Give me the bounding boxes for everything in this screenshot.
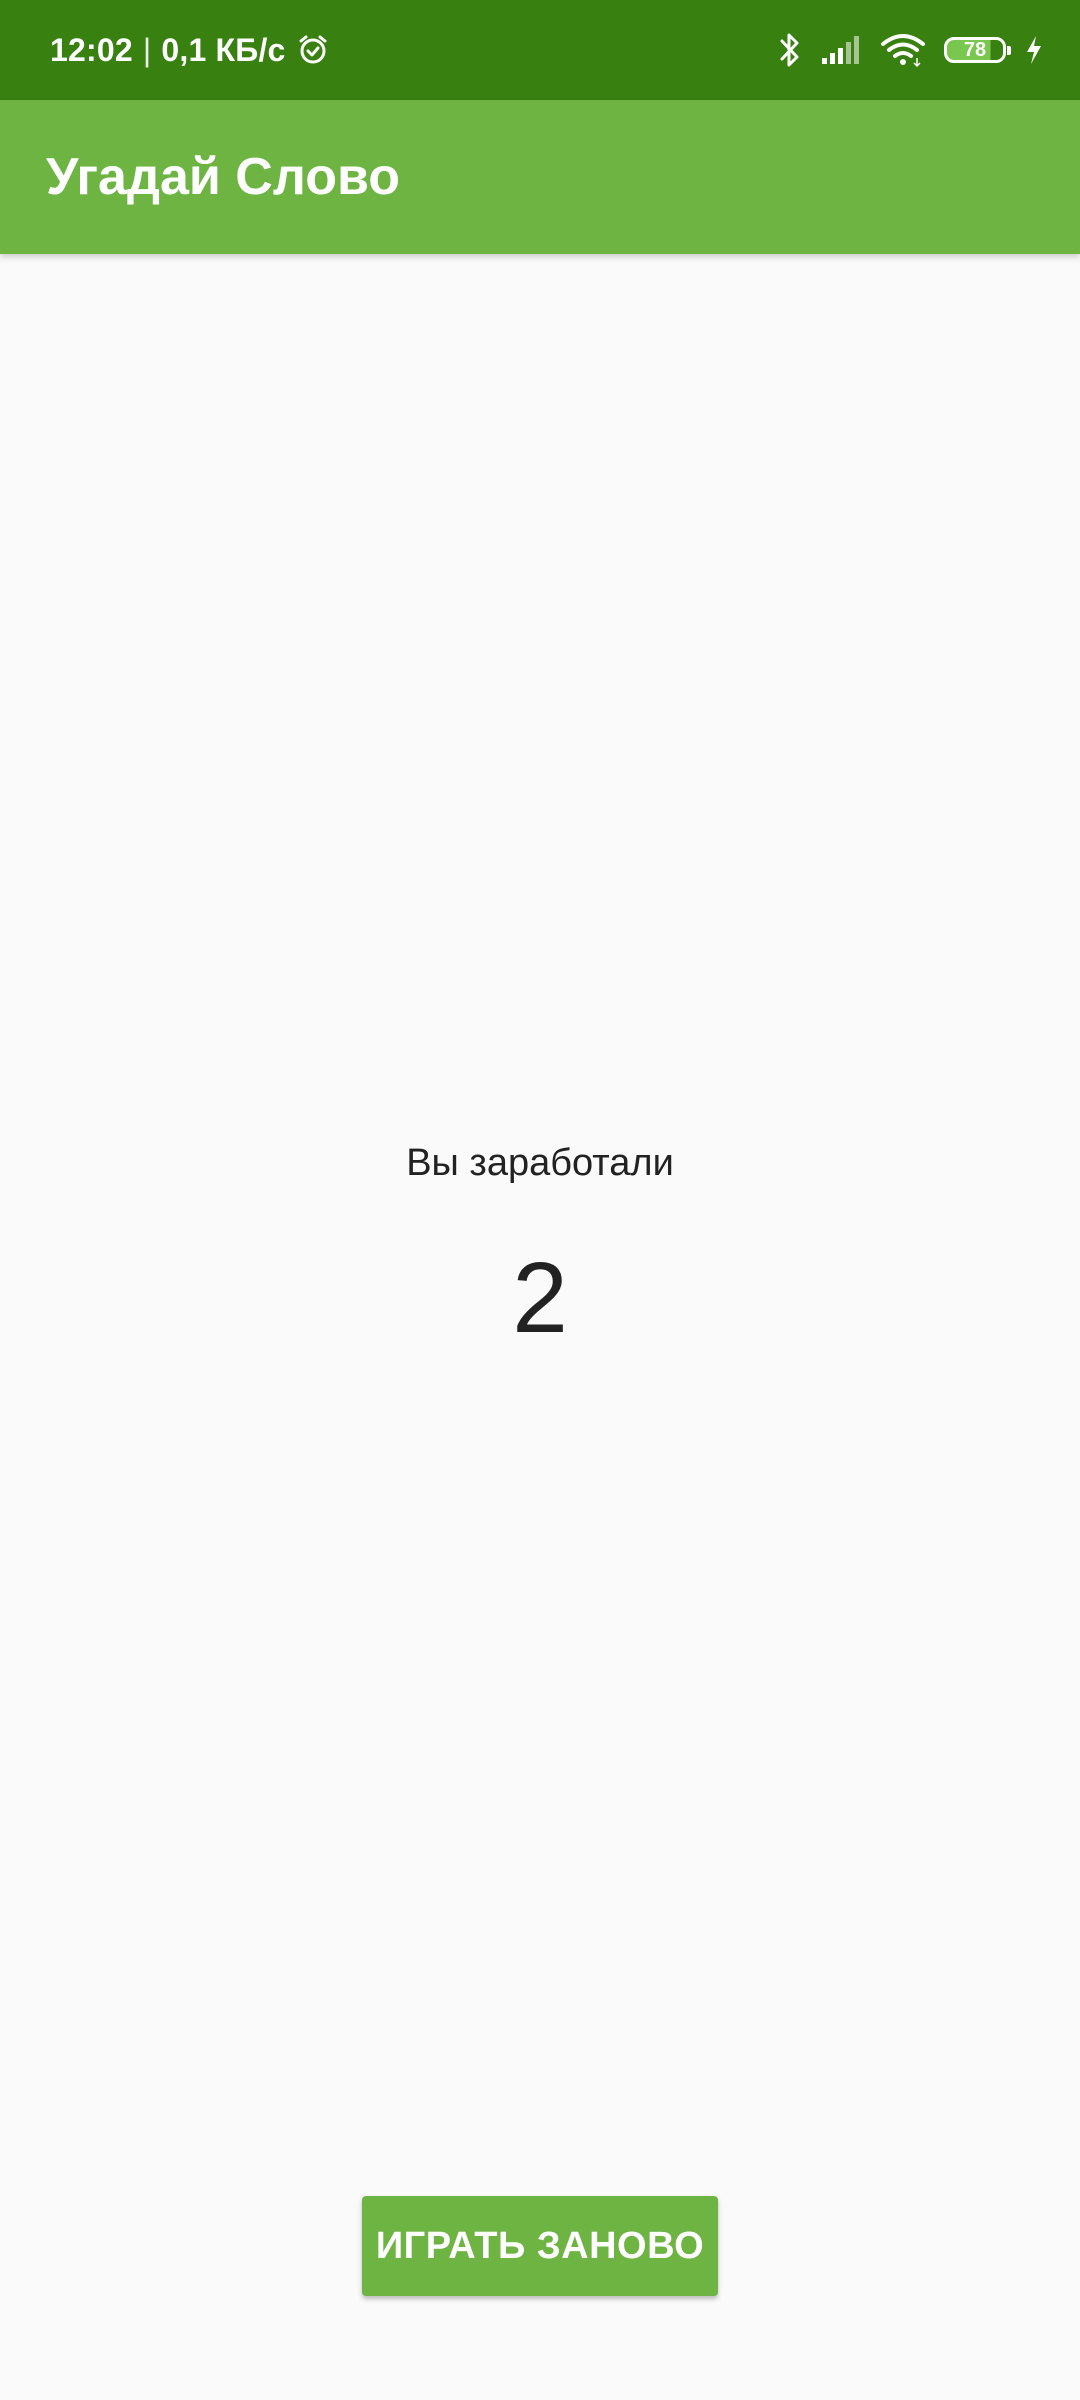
play-again-button[interactable]: ИГРАТЬ ЗАНОВО <box>362 2196 718 2296</box>
score-label: Вы заработали <box>406 1142 674 1184</box>
status-separator: | <box>142 31 152 68</box>
network-speed: 0,1 КБ/с <box>161 31 286 68</box>
score-value: 2 <box>512 1242 568 1354</box>
status-right: 78 <box>778 0 1044 100</box>
signal-icon <box>820 34 862 66</box>
status-bar: 12:02 | 0,1 КБ/с 78 <box>0 0 1080 100</box>
bluetooth-icon <box>778 31 802 69</box>
status-left: 12:02 | 0,1 КБ/с <box>50 0 330 100</box>
clock: 12:02 <box>50 31 133 68</box>
app-bar: Угадай Слово <box>0 100 1080 254</box>
battery-icon: 78 <box>944 37 1011 63</box>
battery-level: 78 <box>963 38 987 61</box>
battery-nub <box>1007 46 1011 55</box>
alarm-icon <box>296 33 330 67</box>
charging-icon <box>1024 34 1044 66</box>
wifi-icon <box>880 32 926 68</box>
app-title: Угадай Слово <box>46 148 400 206</box>
